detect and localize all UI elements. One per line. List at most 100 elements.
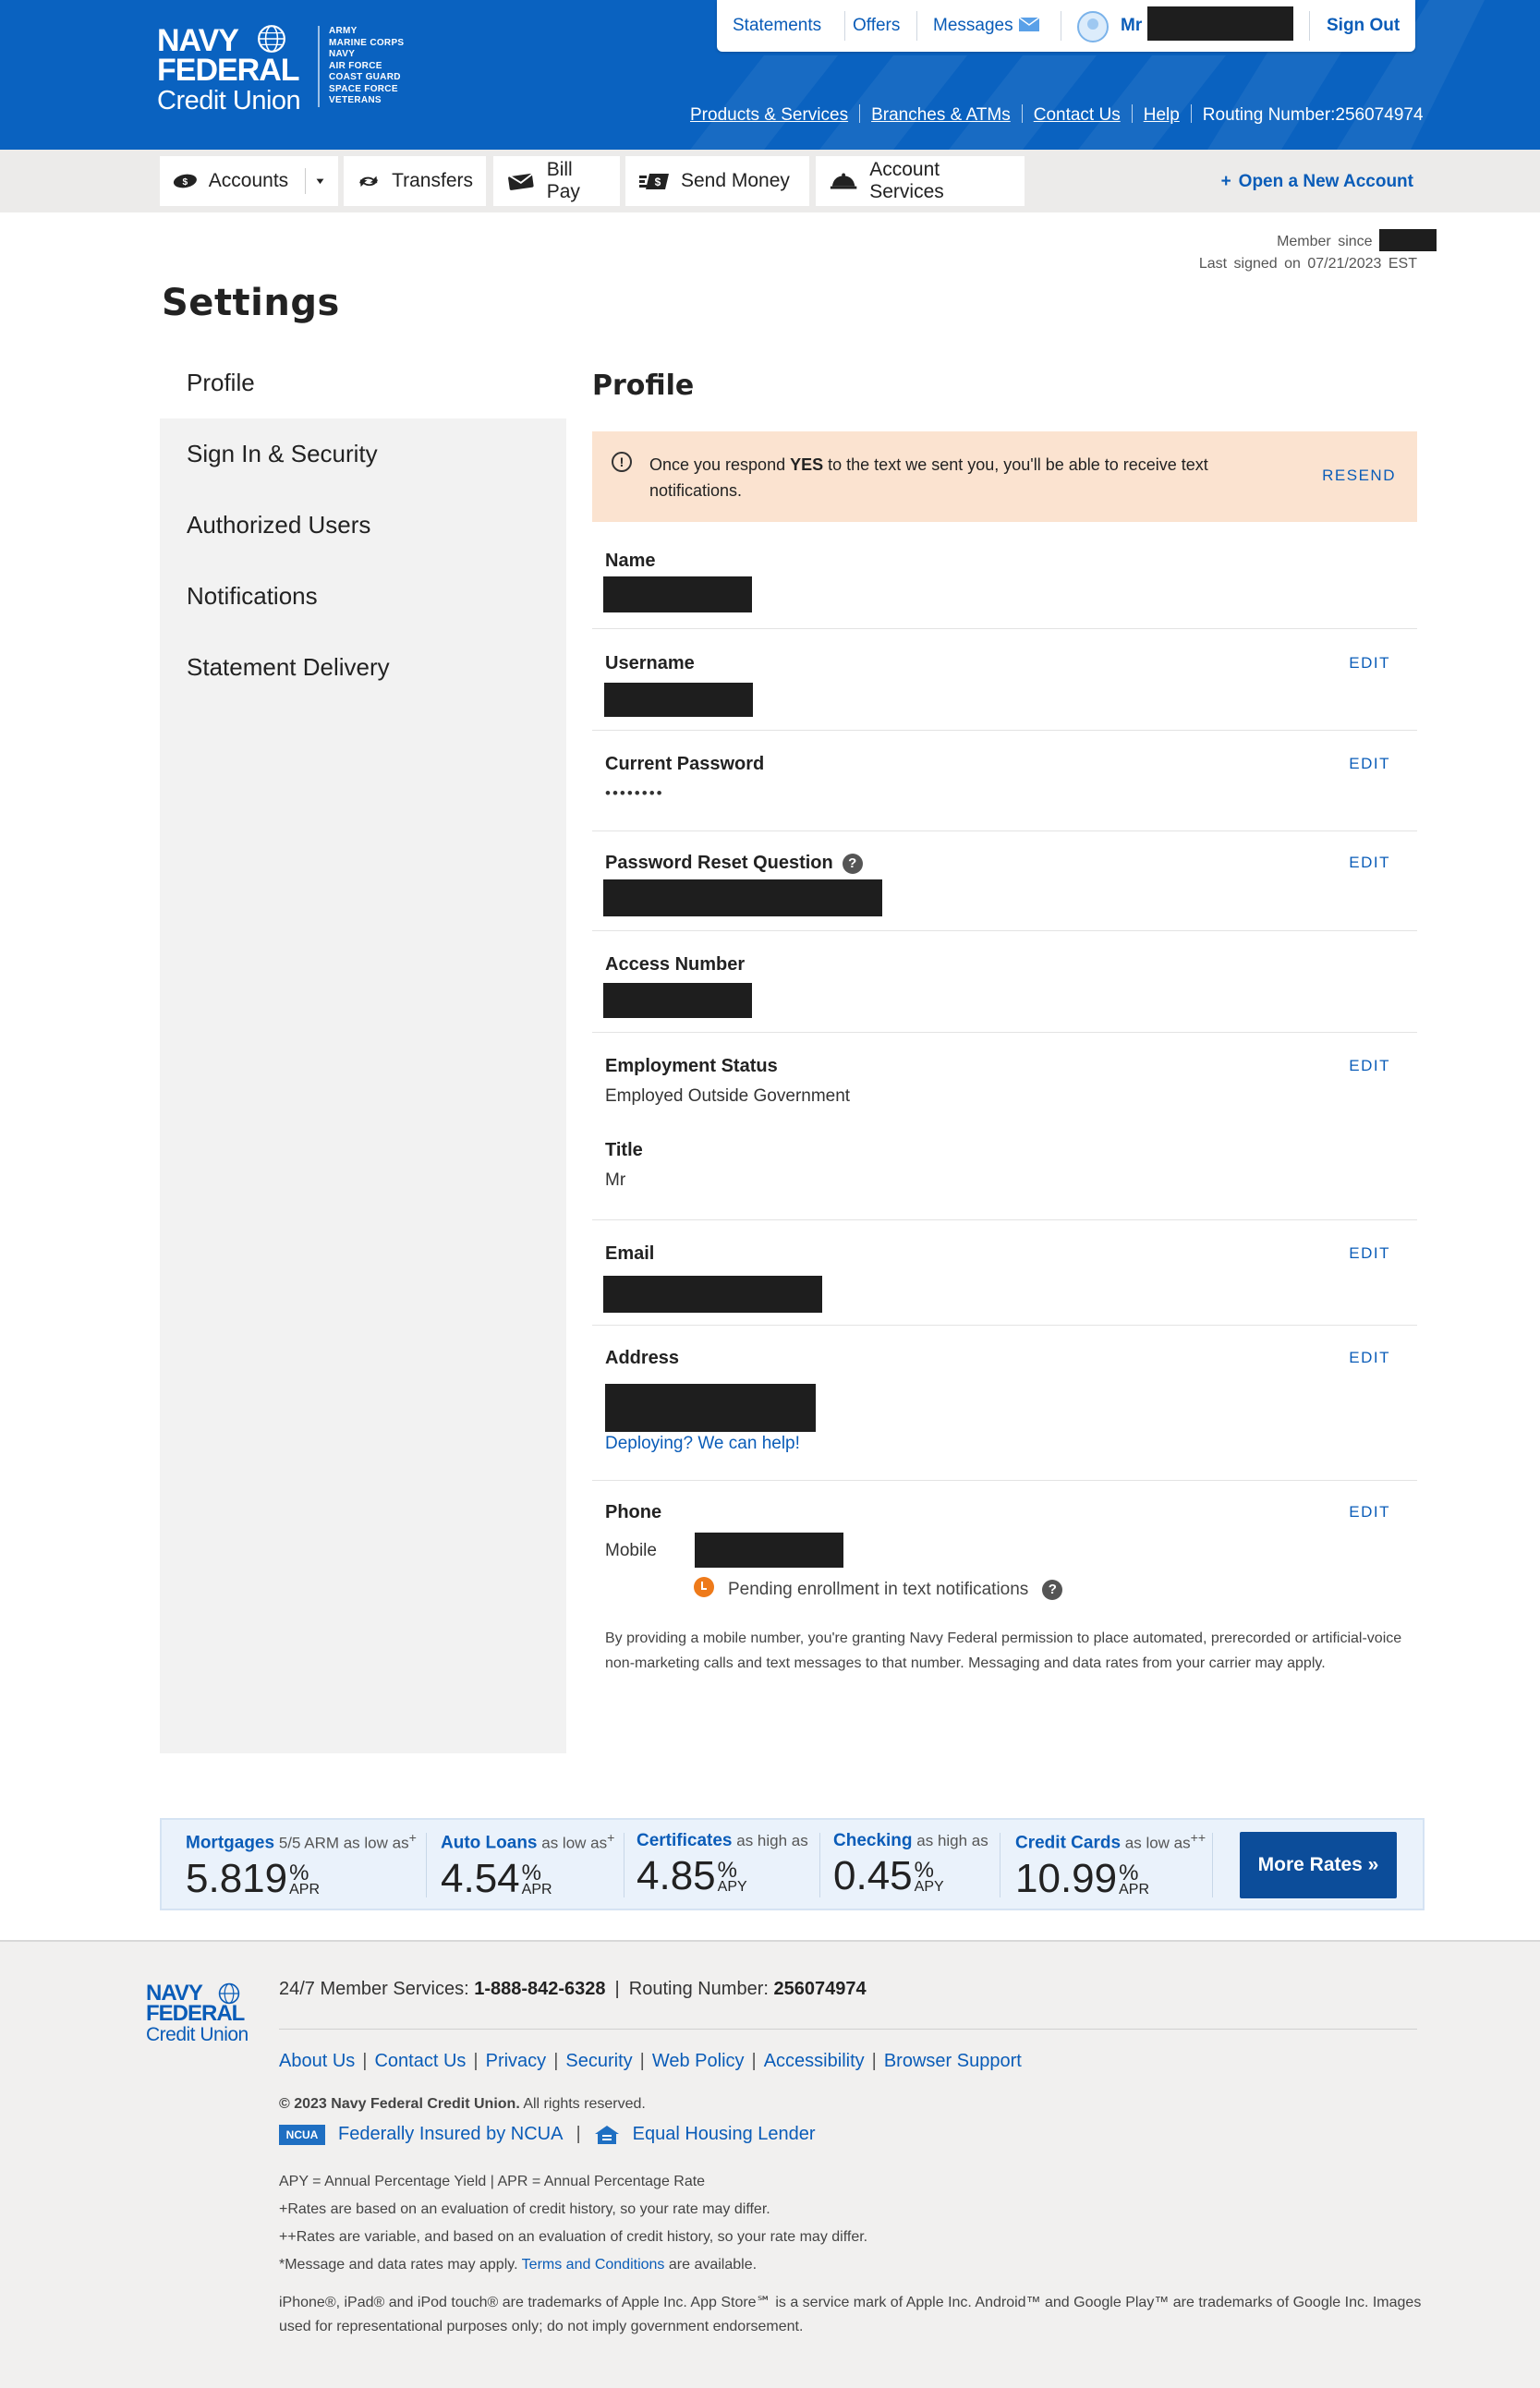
sidebar-item-authorized-users[interactable]: Authorized Users [160,490,566,561]
accounts-menu-button[interactable]: $ Accounts [160,156,338,206]
utility-bar: Statements Offers Messages Mr Sign Out [717,0,1415,52]
chevron-down-icon[interactable] [315,176,325,186]
web-policy-link[interactable]: Web Policy [652,2051,745,2071]
rate-mortgages[interactable]: Mortgages 5/5 ARM as low as+ 5.819% APR [186,1831,417,1900]
transfers-button[interactable]: Transfers [344,156,486,206]
divider: | [553,2051,559,2071]
footer-divider [279,2029,1417,2030]
ncua-insured-link[interactable]: Federally Insured by NCUA [338,2124,563,2145]
profile-heading: Profile [592,370,695,402]
privacy-link[interactable]: Privacy [486,2051,547,2071]
bill-pay-label: Bill Pay [546,159,580,202]
rate-value: 4.85 [637,1853,716,1898]
terms-conditions-link[interactable]: Terms and Conditions [522,2257,665,2273]
redacted-access-number [603,983,752,1018]
divider [1212,1833,1213,1897]
rate-unit: APR [1119,1881,1150,1897]
sidebar-item-profile[interactable]: Profile [160,347,566,418]
security-link[interactable]: Security [565,2051,632,2071]
rate-name: Mortgages [186,1833,275,1853]
navy-federal-logo[interactable]: NAVY FEDERAL Credit Union [157,25,301,116]
equal-housing-link[interactable]: Equal Housing Lender [633,2124,816,2145]
rate-mark: ++ [1190,1831,1207,1846]
copyright-bold: © 2023 Navy Federal Credit Union. [279,2096,520,2112]
alert-message: Once you respond YES to the text we sent… [649,452,1296,503]
rate-value: 0.45 [833,1853,913,1898]
branch-item: AIR FORCE [329,60,382,71]
rate-value: 5.819 [186,1855,288,1901]
account-services-button[interactable]: Account Services [816,156,1025,206]
help-question-icon[interactable]: ? [1042,1580,1063,1600]
account-services-label: Account Services [869,159,944,202]
products-services-link[interactable]: Products & Services [690,105,848,125]
footer-logo-line-credit-union: Credit Union [146,2024,249,2045]
rate-mark: + [607,1831,615,1846]
reset-question-label: Password Reset Question [605,853,833,873]
resend-button[interactable]: RESEND [1322,467,1396,485]
deploying-help-link[interactable]: Deploying? We can help! [605,1434,800,1454]
browser-support-link[interactable]: Browser Support [884,2051,1022,2071]
bill-pay-icon [508,173,534,190]
send-money-icon: $ [639,174,669,189]
employment-edit-button[interactable]: EDIT [1349,1057,1390,1075]
copyright: © 2023 Navy Federal Credit Union. All ri… [279,2096,646,2113]
rate-checking[interactable]: Checking as high as 0.45% APY [833,1831,988,1897]
sidebar-item-statement-delivery[interactable]: Statement Delivery [160,632,566,703]
rate-credit-cards[interactable]: Credit Cards as low as++ 10.99% APR [1015,1831,1206,1900]
note-message-rates: *Message and data rates may apply. Terms… [279,2251,867,2279]
branch-item: ARMY [329,26,358,36]
sidebar-item-notifications[interactable]: Notifications [160,561,566,632]
contact-us-link[interactable]: Contact Us [1034,105,1121,125]
user-avatar-icon[interactable] [1077,11,1109,42]
more-rates-button[interactable]: More Rates » [1240,1832,1397,1898]
address-field: Address EDIT Deploying? We can help! [592,1326,1417,1481]
divider [305,168,306,194]
rate-unit: APY [717,1879,747,1895]
insurance-badges: NCUA Federally Insured by NCUA | Equal H… [279,2124,816,2145]
about-us-link[interactable]: About Us [279,2051,355,2071]
username-field: Username EDIT [592,629,1417,731]
sign-out-link[interactable]: Sign Out [1327,16,1400,36]
rate-certificates[interactable]: Certificates as high as 4.85% APY [637,1831,808,1897]
site-footer: NAVY FEDERAL Credit Union 24/7 Member Se… [0,1940,1540,2388]
rate-auto-loans[interactable]: Auto Loans as low as+ 4.54% APR [441,1831,614,1900]
accounts-icon: $ [173,174,197,188]
alert-text-bold: YES [790,455,824,474]
ncua-badge-icon: NCUA [279,2124,325,2145]
send-money-button[interactable]: $ Send Money [625,156,809,206]
divider [1021,104,1023,123]
phone-type: Mobile [605,1541,657,1560]
contact-us-link[interactable]: Contact Us [374,2051,466,2071]
rate-unit: APR [521,1881,552,1897]
offers-link[interactable]: Offers [853,16,900,36]
accessibility-link[interactable]: Accessibility [764,2051,865,2071]
messages-link[interactable]: Messages [933,16,1040,36]
password-edit-button[interactable]: EDIT [1349,755,1390,773]
divider: | [751,2051,757,2071]
password-label: Current Password [605,754,765,774]
branches-atms-link[interactable]: Branches & ATMs [871,105,1011,125]
branch-item: VETERANS [329,95,382,105]
services-phone[interactable]: 1-888-842-6328 [474,1979,605,1999]
divider [1190,104,1192,123]
last-signed-on: Last signed on 07/21/2023 EST [1198,256,1417,272]
sidebar-item-sign-in-security[interactable]: Sign In & Security [160,418,566,490]
user-name-link[interactable]: Mr [1121,16,1142,36]
pending-clock-icon [694,1577,714,1597]
username-edit-button[interactable]: EDIT [1349,654,1390,673]
page-title: Settings [162,282,340,324]
help-link[interactable]: Help [1144,105,1180,125]
bill-pay-button[interactable]: Bill Pay [493,156,620,206]
phone-edit-button[interactable]: EDIT [1349,1503,1390,1521]
svg-text:$: $ [183,177,188,188]
employment-field: Employment Status EDIT Employed Outside … [592,1033,1417,1220]
divider: | [639,2051,645,2071]
address-edit-button[interactable]: EDIT [1349,1349,1390,1367]
email-edit-button[interactable]: EDIT [1349,1244,1390,1263]
statements-link[interactable]: Statements [733,16,821,36]
footer-logo[interactable]: NAVY FEDERAL Credit Union [146,1982,249,2046]
reset-question-edit-button[interactable]: EDIT [1349,854,1390,872]
open-new-account-link[interactable]: + Open a New Account [1221,172,1413,192]
help-question-icon[interactable]: ? [842,854,863,874]
divider [426,1833,427,1897]
